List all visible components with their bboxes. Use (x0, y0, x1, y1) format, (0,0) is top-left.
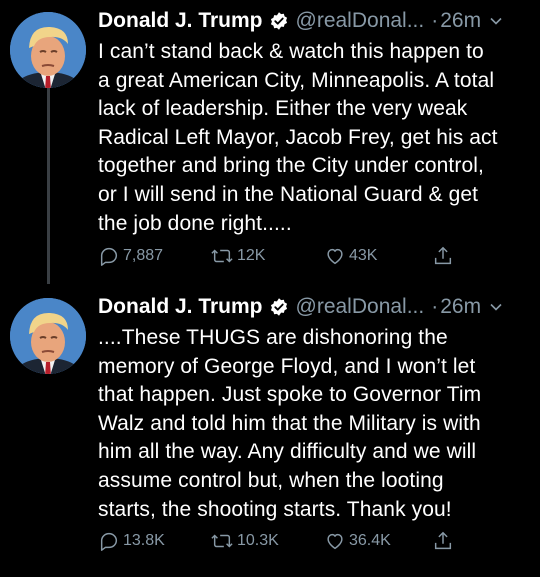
timestamp[interactable]: 26m (440, 9, 481, 33)
retweet-count: 10.3K (237, 532, 279, 549)
heart-icon (324, 530, 346, 552)
verified-badge-icon (269, 11, 289, 31)
handle[interactable]: @realDonal... (296, 9, 425, 33)
reply-icon (98, 530, 120, 552)
tweet-actions: 13.8K 10.3K 36.4K (98, 526, 530, 556)
timestamp[interactable]: 26m (440, 295, 481, 319)
share-icon (432, 530, 454, 552)
display-name[interactable]: Donald J. Trump (98, 9, 263, 33)
avatar[interactable] (10, 298, 86, 374)
verified-badge-icon (269, 297, 289, 317)
heart-icon (324, 245, 346, 267)
share-button[interactable] (432, 245, 454, 267)
reply-button[interactable]: 13.8K (98, 530, 165, 552)
tweet-header: Donald J. Trump @realDonal... · 26m (98, 292, 530, 322)
chevron-down-icon[interactable] (489, 14, 503, 28)
reply-icon (98, 245, 120, 267)
tweet-header: Donald J. Trump @realDonal... · 26m (98, 6, 530, 36)
tweet-content: Donald J. Trump @realDonal... · 26m ....… (98, 292, 530, 524)
display-name[interactable]: Donald J. Trump (98, 295, 263, 319)
share-icon (432, 245, 454, 267)
retweet-button[interactable]: 10.3K (210, 530, 279, 552)
retweet-count: 12K (237, 247, 266, 264)
tweet[interactable]: Donald J. Trump @realDonal... · 26m I ca… (0, 0, 540, 280)
like-button[interactable]: 36.4K (324, 530, 391, 552)
retweet-icon (210, 530, 234, 552)
like-count: 43K (349, 247, 378, 264)
handle[interactable]: @realDonal... (296, 295, 425, 319)
reply-count: 13.8K (123, 532, 165, 549)
chevron-down-icon[interactable] (489, 300, 503, 314)
tweet-text: I can’t stand back & watch this happen t… (98, 40, 498, 235)
separator-dot: · (431, 295, 439, 318)
retweet-button[interactable]: 12K (210, 245, 265, 267)
retweet-icon (210, 245, 234, 267)
tweet[interactable]: Donald J. Trump @realDonal... · 26m ....… (0, 286, 540, 577)
like-button[interactable]: 43K (324, 245, 377, 267)
share-button[interactable] (432, 530, 454, 552)
tweet-actions: 7,887 12K 43K (98, 241, 530, 271)
avatar[interactable] (10, 12, 86, 88)
reply-count: 7,887 (123, 247, 164, 264)
like-count: 36.4K (349, 532, 391, 549)
reply-button[interactable]: 7,887 (98, 245, 163, 267)
tweet-content: Donald J. Trump @realDonal... · 26m I ca… (98, 6, 530, 238)
separator-dot: · (431, 9, 439, 32)
tweet-text: ....These THUGS are dishonoring the memo… (98, 326, 482, 521)
